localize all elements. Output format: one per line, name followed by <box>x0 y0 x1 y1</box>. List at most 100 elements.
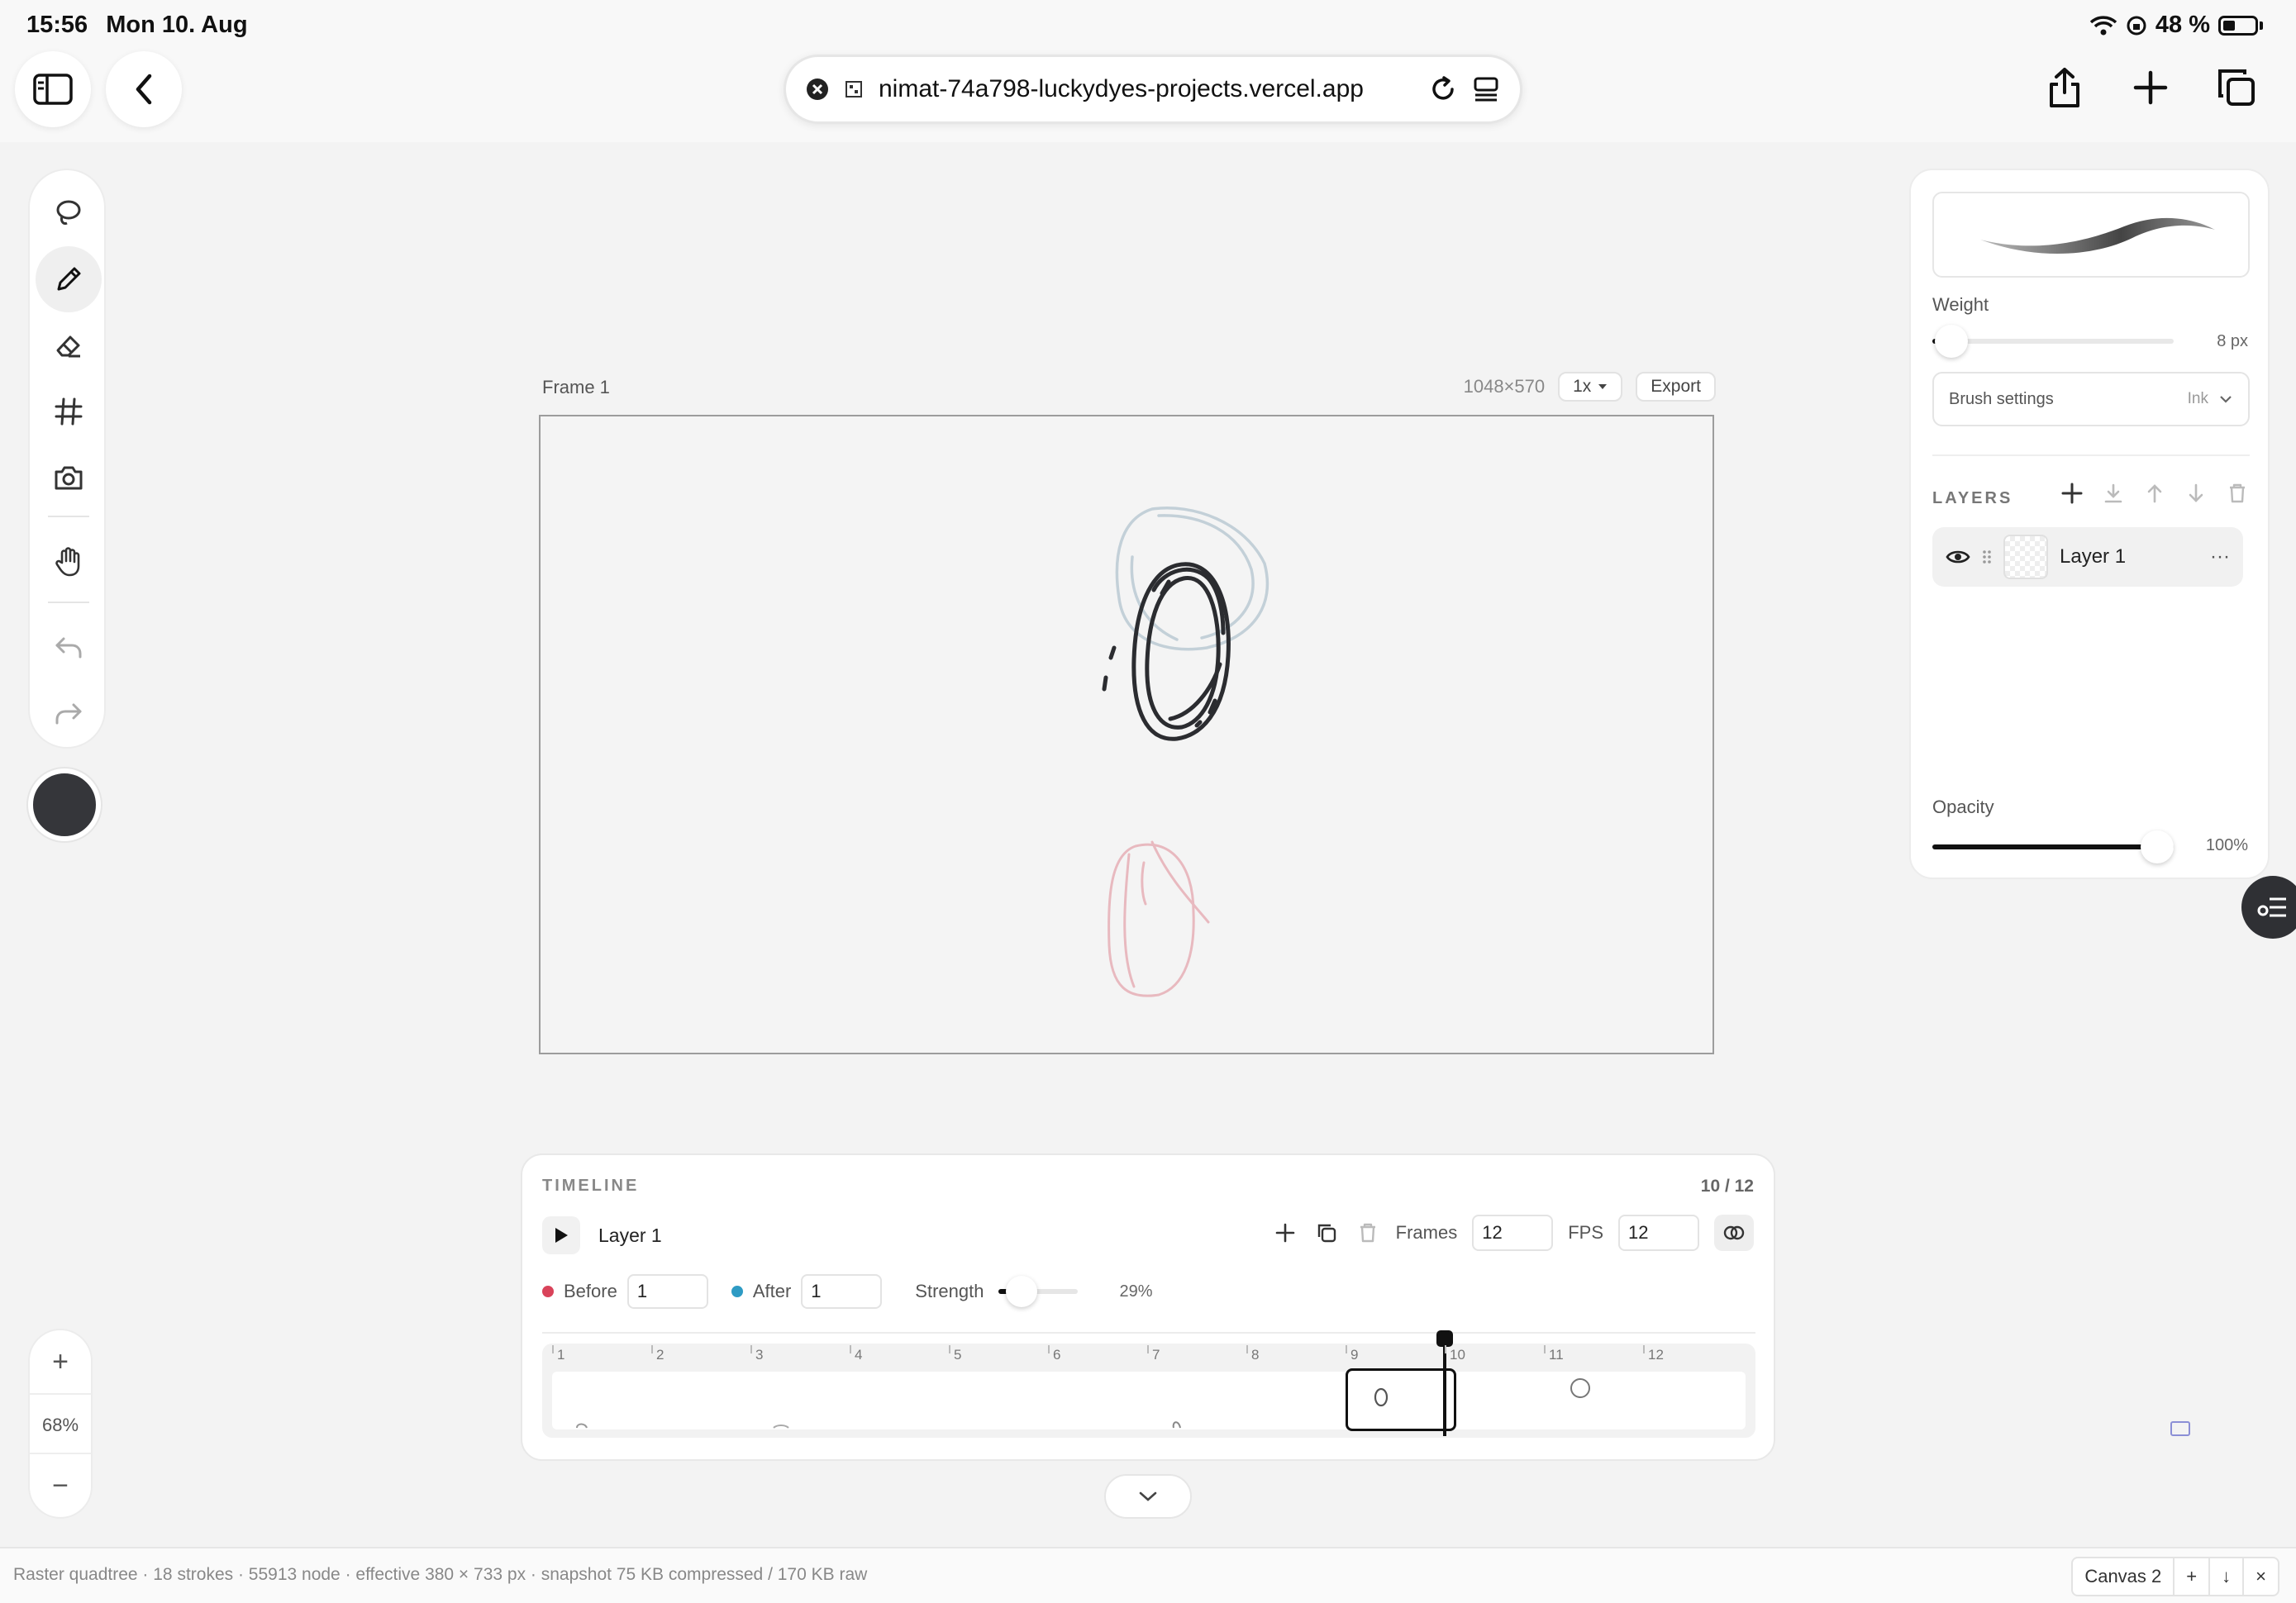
canvas-name[interactable]: Canvas 2 <box>2073 1558 2173 1595</box>
after-input[interactable]: 1 <box>801 1274 883 1309</box>
eraser-tool[interactable] <box>36 312 102 378</box>
zoom-in-button[interactable]: + <box>30 1330 91 1393</box>
ruler-tick-label: 7 <box>1152 1347 1160 1363</box>
before-label: Before <box>564 1281 617 1301</box>
layer-row[interactable]: Layer 1 ··· <box>1932 527 2243 587</box>
close-tab-icon[interactable] <box>806 78 829 101</box>
timeline-divider <box>542 1332 1755 1334</box>
frame-counter: 10 / 12 <box>1700 1177 1754 1196</box>
delete-frame-button[interactable] <box>1355 1220 1381 1246</box>
move-layer-up-button[interactable] <box>2142 481 2167 506</box>
opacity-slider[interactable] <box>1932 830 2174 863</box>
ruler-tick-label: 2 <box>656 1347 665 1363</box>
status-bar-left: 15:56 Mon 10. Aug <box>26 12 260 39</box>
merge-down-icon <box>2104 483 2122 503</box>
brush-preview[interactable] <box>1932 192 2250 278</box>
settings-list-icon <box>2257 897 2286 917</box>
weight-slider[interactable] <box>1932 325 2174 358</box>
before-input[interactable]: 1 <box>626 1274 708 1309</box>
merge-layer-button[interactable] <box>2101 481 2126 506</box>
arrow-up-icon <box>2147 484 2162 503</box>
ruler-tick-label: 3 <box>755 1347 764 1363</box>
battery-percent: 48 % <box>2155 12 2210 38</box>
lasso-tool[interactable] <box>36 180 102 246</box>
pencil-tool[interactable] <box>36 246 102 312</box>
lasso-icon <box>56 200 81 225</box>
scale-dropdown[interactable]: 1x <box>1558 372 1623 402</box>
share-icon <box>2050 68 2079 107</box>
trash-icon <box>2230 483 2245 503</box>
playhead-handle[interactable] <box>1436 1330 1453 1347</box>
opacity-label: Opacity <box>1932 797 1994 817</box>
brush-settings-dropdown[interactable]: Brush settings Ink <box>1932 372 2250 426</box>
frame-ruler[interactable]: 1 2 3 4 5 6 7 8 9 10 11 12 <box>542 1330 1755 1438</box>
add-canvas-button[interactable]: + <box>2173 1558 2208 1595</box>
eye-icon[interactable] <box>1946 548 1970 566</box>
move-layer-down-button[interactable] <box>2184 481 2208 506</box>
reload-icon[interactable] <box>1429 75 1457 103</box>
undo-icon <box>55 637 82 659</box>
opacity-slider-knob[interactable] <box>2141 830 2174 863</box>
redo-button[interactable] <box>36 681 102 747</box>
scale-value: 1x <box>1573 377 1592 396</box>
address-bar[interactable]: nimat-74a798-luckydyes-projects.vercel.a… <box>784 55 1522 124</box>
canvas-dimensions: 1048×570 <box>1463 376 1546 397</box>
chevron-down-icon <box>1139 1491 1157 1501</box>
onion-skin-toggle[interactable] <box>1714 1215 1754 1251</box>
drawing-canvas[interactable] <box>539 415 1714 1054</box>
eraser-icon <box>56 335 80 358</box>
strength-label: Strength <box>915 1281 984 1301</box>
tool-divider <box>48 516 89 517</box>
fps-label: FPS <box>1568 1222 1603 1243</box>
hand-tool[interactable] <box>36 529 102 595</box>
url-text[interactable]: nimat-74a798-luckydyes-projects.vercel.a… <box>879 75 1414 103</box>
add-layer-button[interactable] <box>2060 481 2084 506</box>
strength-slider[interactable] <box>998 1276 1079 1307</box>
layer-more-button[interactable]: ··· <box>2210 545 2230 568</box>
add-frame-button[interactable] <box>1272 1220 1298 1246</box>
grid-icon <box>55 397 83 426</box>
plus-icon <box>1275 1223 1294 1243</box>
ruler-tick-label: 12 <box>1648 1347 1664 1363</box>
keyboard-icon[interactable] <box>2170 1421 2190 1436</box>
chevron-down-icon <box>2220 396 2232 403</box>
camera-tool[interactable] <box>36 445 102 511</box>
tabs-overview-button[interactable] <box>2210 61 2263 114</box>
undo-button[interactable] <box>36 615 102 681</box>
back-button[interactable] <box>106 51 182 127</box>
fps-input[interactable]: 12 <box>1618 1215 1699 1251</box>
wifi-icon <box>2089 15 2117 35</box>
panel-toggle-button[interactable] <box>2241 876 2296 939</box>
frame-strip[interactable] <box>552 1372 1746 1429</box>
zoom-out-button[interactable]: − <box>30 1454 91 1517</box>
grid-tool[interactable] <box>36 378 102 445</box>
export-button[interactable]: Export <box>1636 372 1716 402</box>
status-date: Mon 10. Aug <box>106 12 248 38</box>
drag-handle-icon[interactable] <box>1982 549 1992 565</box>
new-tab-button[interactable] <box>2124 61 2177 114</box>
selected-frame-cell[interactable] <box>1346 1368 1457 1431</box>
sidebar-toggle-button[interactable] <box>15 51 91 127</box>
download-canvas-button[interactable]: ↓ <box>2208 1558 2242 1595</box>
layer-thumbnail <box>2003 535 2048 579</box>
hand-icon <box>55 547 80 577</box>
duplicate-frame-button[interactable] <box>1313 1220 1340 1246</box>
panel-divider <box>1932 454 2250 456</box>
export-label: Export <box>1651 377 1701 396</box>
weight-label: Weight <box>1932 294 1989 315</box>
share-button[interactable] <box>2038 61 2091 114</box>
timeline-panel: TIMELINE 10 / 12 Layer 1 Frames 12 FPS 1… <box>521 1153 1775 1461</box>
strength-slider-knob[interactable] <box>1006 1276 1038 1307</box>
ruler-tick-label: 9 <box>1350 1347 1359 1363</box>
timeline-layer-name: Layer 1 <box>598 1225 662 1246</box>
weight-slider-knob[interactable] <box>1935 325 1969 358</box>
collapse-timeline-button[interactable] <box>1104 1474 1192 1519</box>
reader-icon[interactable] <box>1472 75 1500 103</box>
frames-input[interactable]: 12 <box>1472 1215 1554 1251</box>
tool-divider <box>48 602 89 603</box>
delete-layer-button[interactable] <box>2225 481 2250 506</box>
color-picker-swatch[interactable] <box>28 768 101 841</box>
close-canvas-button[interactable]: × <box>2242 1558 2278 1595</box>
sidebar-icon <box>33 74 73 105</box>
play-button[interactable] <box>542 1216 580 1254</box>
